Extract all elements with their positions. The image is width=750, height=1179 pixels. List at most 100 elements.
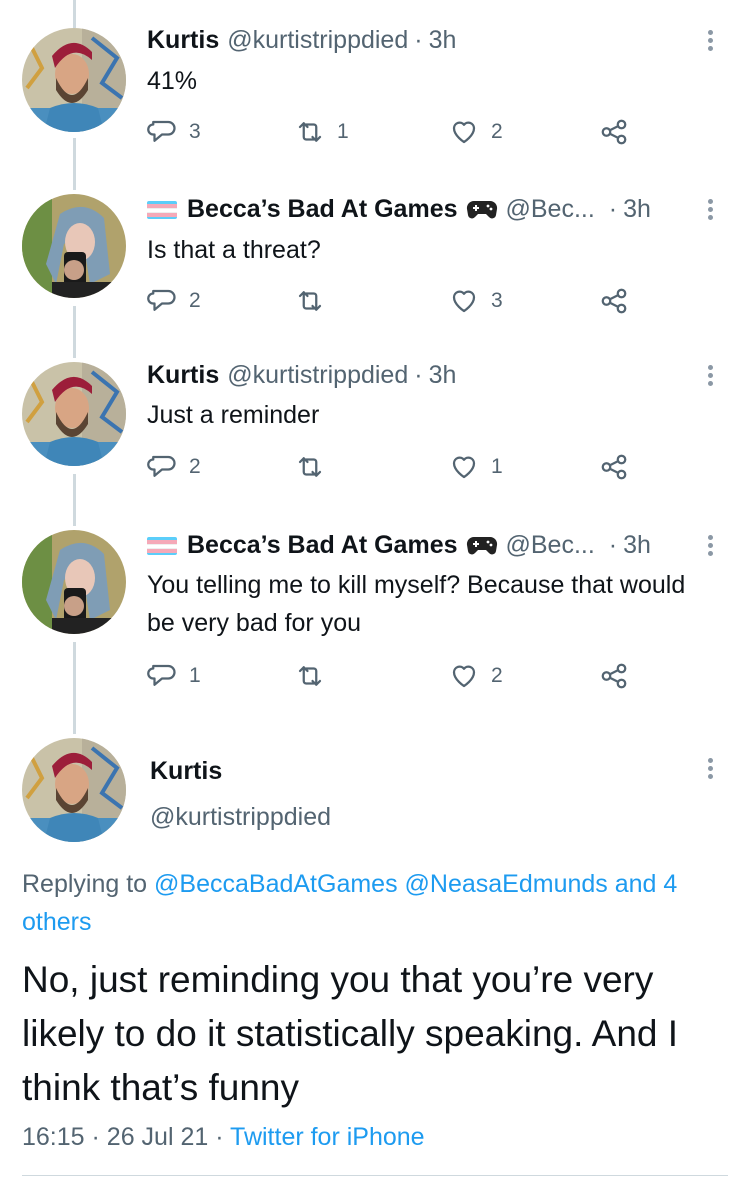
more-icon[interactable] xyxy=(700,362,720,392)
heart-icon xyxy=(449,117,479,147)
timestamp[interactable]: 3h xyxy=(429,26,457,55)
avatar[interactable] xyxy=(22,530,126,634)
like-count: 1 xyxy=(491,455,503,478)
reply-button[interactable]: 2 xyxy=(147,452,201,482)
replying-and[interactable]: and xyxy=(615,870,657,898)
share-icon xyxy=(599,117,629,147)
tweet-source[interactable]: Twitter for iPhone xyxy=(230,1123,425,1151)
thread-line xyxy=(73,474,76,526)
like-count: 3 xyxy=(491,289,503,312)
like-button[interactable]: 2 xyxy=(449,117,503,147)
share-button[interactable] xyxy=(599,286,629,316)
retweet-icon xyxy=(295,452,325,482)
retweet-button[interactable] xyxy=(295,661,337,691)
trans-flag-icon xyxy=(147,536,177,555)
like-button[interactable]: 1 xyxy=(449,452,503,482)
tweet-text: Is that a threat? xyxy=(147,236,321,264)
reply-button[interactable]: 1 xyxy=(147,661,201,691)
main-tweet-text: No, just reminding you that you’re very … xyxy=(22,959,679,1108)
more-icon[interactable] xyxy=(700,532,720,562)
author-name[interactable]: Becca’s Bad At Games xyxy=(187,531,458,560)
retweet-button[interactable]: 1 xyxy=(295,117,349,147)
reply-count: 2 xyxy=(189,289,201,312)
heart-icon xyxy=(449,452,479,482)
more-icon[interactable] xyxy=(700,27,720,57)
more-icon[interactable] xyxy=(700,755,720,785)
retweet-button[interactable] xyxy=(295,452,337,482)
tweet-actions: 1 2 xyxy=(147,661,647,695)
heart-icon xyxy=(449,286,479,316)
author-name[interactable]: Kurtis xyxy=(147,361,219,390)
reply-button[interactable]: 3 xyxy=(147,117,201,147)
tweet-actions: 2 1 xyxy=(147,452,647,486)
retweet-count: 1 xyxy=(337,120,349,143)
share-icon xyxy=(599,661,629,691)
game-controller-icon xyxy=(466,199,498,221)
reply-icon xyxy=(147,452,177,482)
author-handle[interactable]: @Bec... xyxy=(506,195,595,224)
thread-line xyxy=(73,0,76,28)
avatar[interactable] xyxy=(22,28,126,132)
like-button[interactable]: 2 xyxy=(449,661,503,691)
author-name[interactable]: Becca’s Bad At Games xyxy=(187,195,458,224)
divider xyxy=(22,1175,728,1176)
tweet-actions: 3 1 2 xyxy=(147,117,647,151)
author-handle[interactable]: @kurtistrippdied xyxy=(227,26,408,55)
mention-link[interactable]: @BeccaBadAtGames xyxy=(154,870,398,898)
separator: · xyxy=(215,1123,224,1151)
mention-link[interactable]: @NeasaEdmunds xyxy=(405,870,608,898)
share-button[interactable] xyxy=(599,661,629,691)
author-name[interactable]: Kurtis xyxy=(147,26,219,55)
like-count: 2 xyxy=(491,664,503,687)
share-icon xyxy=(599,286,629,316)
author-handle[interactable]: @kurtistrippdied xyxy=(150,803,331,832)
tweet-header: Kurtis @kurtistrippdied · 3h xyxy=(147,361,456,390)
reply-icon xyxy=(147,286,177,316)
separator: · xyxy=(608,531,618,559)
reply-icon xyxy=(147,661,177,691)
tweet-header: Becca’s Bad At Games @Bec... · 3h xyxy=(147,531,651,560)
share-button[interactable] xyxy=(599,452,629,482)
share-button[interactable] xyxy=(599,117,629,147)
tweet-date[interactable]: 26 Jul 21 xyxy=(107,1123,208,1151)
thread-line xyxy=(73,138,76,190)
tweet-text: 41% xyxy=(147,67,198,95)
game-controller-icon xyxy=(466,535,498,557)
separator: · xyxy=(91,1123,100,1151)
avatar[interactable] xyxy=(22,194,126,298)
author-handle[interactable]: @kurtistrippdied xyxy=(227,361,408,390)
tweet-meta: 16:15 · 26 Jul 21 · Twitter for iPhone xyxy=(22,1123,425,1152)
more-icon[interactable] xyxy=(700,196,720,226)
thread-line xyxy=(73,306,76,358)
like-count: 2 xyxy=(491,120,503,143)
timestamp[interactable]: 3h xyxy=(623,531,651,560)
thread-line xyxy=(73,642,76,734)
heart-icon xyxy=(449,661,479,691)
reply-count: 2 xyxy=(189,455,201,478)
separator: · xyxy=(414,26,423,54)
trans-flag-icon xyxy=(147,200,177,219)
author-name[interactable]: Kurtis xyxy=(150,757,222,786)
avatar[interactable] xyxy=(22,362,126,466)
reply-count: 1 xyxy=(189,664,201,687)
timestamp[interactable]: 3h xyxy=(429,361,457,390)
tweet-actions: 2 3 xyxy=(147,286,647,320)
tweet-time[interactable]: 16:15 xyxy=(22,1123,85,1151)
replying-prefix: Replying to xyxy=(22,870,148,898)
replying-to: Replying to @BeccaBadAtGames @NeasaEdmun… xyxy=(22,865,732,941)
author-handle[interactable]: @Bec... xyxy=(506,531,595,560)
retweet-icon xyxy=(295,661,325,691)
tweet-text: Just a reminder xyxy=(147,401,320,429)
share-icon xyxy=(599,452,629,482)
tweet-header: Kurtis @kurtistrippdied · 3h xyxy=(147,26,456,55)
separator: · xyxy=(414,361,423,389)
reply-count: 3 xyxy=(189,120,201,143)
retweet-icon xyxy=(295,117,325,147)
retweet-button[interactable] xyxy=(295,286,337,316)
tweet-header: Becca’s Bad At Games @Bec... · 3h xyxy=(147,195,651,224)
avatar[interactable] xyxy=(22,738,126,842)
timestamp[interactable]: 3h xyxy=(623,195,651,224)
reply-button[interactable]: 2 xyxy=(147,286,201,316)
like-button[interactable]: 3 xyxy=(449,286,503,316)
separator: · xyxy=(608,195,618,223)
